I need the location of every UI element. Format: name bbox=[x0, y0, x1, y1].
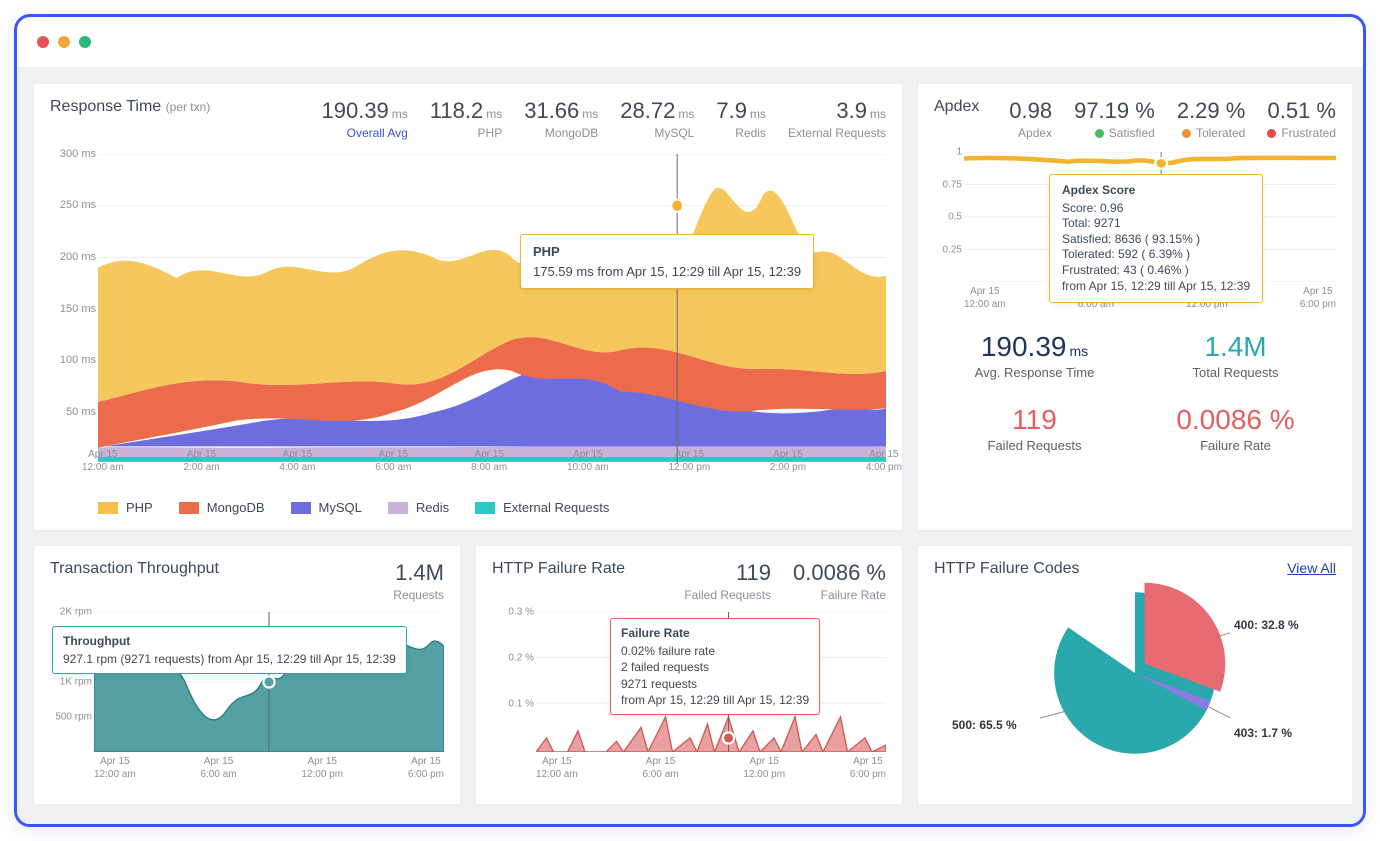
apdex-metrics: 0.98Apdex 97.19 %Satisfied 2.29 %Tolerat… bbox=[1009, 98, 1336, 140]
legend-external[interactable]: External Requests bbox=[475, 500, 609, 515]
failure-metric-count: 119Failed Requests bbox=[684, 560, 771, 602]
dashboard: Response Time (per txn) 190.39msOverall … bbox=[17, 67, 1363, 827]
legend-redis[interactable]: Redis bbox=[388, 500, 449, 515]
view-all-link[interactable]: View All bbox=[1287, 560, 1336, 576]
throughput-panel: Transaction Throughput 1.4MRequests 2K r… bbox=[33, 545, 461, 805]
metric-external: 3.9msExternal Requests bbox=[788, 98, 886, 140]
apdex-chart[interactable]: 1 0.75 0.5 0.25 Apdex Score Score: 0.96 … bbox=[934, 152, 1336, 282]
apdex-title: Apdex bbox=[934, 98, 979, 140]
apdex-panel: Apdex 0.98Apdex 97.19 %Satisfied 2.29 %T… bbox=[917, 83, 1353, 531]
response-time-legend: PHP MongoDB MySQL Redis External Request… bbox=[98, 500, 886, 515]
metric-mysql: 28.72msMySQL bbox=[620, 98, 694, 140]
legend-mongodb[interactable]: MongoDB bbox=[179, 500, 265, 515]
metric-php: 118.2msPHP bbox=[430, 98, 502, 140]
metric-overall: 190.39msOverall Avg bbox=[322, 98, 408, 140]
app-window: Response Time (per txn) 190.39msOverall … bbox=[14, 14, 1366, 827]
minimize-dot-icon[interactable] bbox=[58, 36, 70, 48]
failure-metric-rate: 0.0086 %Failure Rate bbox=[793, 560, 886, 602]
y-axis: 300 ms 250 ms 200 ms 150 ms 100 ms 50 ms bbox=[50, 154, 96, 464]
panel-title: Response Time (per txn) bbox=[50, 98, 210, 116]
maximize-dot-icon[interactable] bbox=[79, 36, 91, 48]
throughput-metric: 1.4MRequests bbox=[393, 560, 444, 602]
summary-failed: 119Failed Requests bbox=[934, 404, 1135, 453]
summary-avg-resp: 190.39msAvg. Response Time bbox=[934, 331, 1135, 380]
apdex-summary: 190.39msAvg. Response Time 1.4MTotal Req… bbox=[934, 331, 1336, 453]
response-time-title: Response Time bbox=[50, 98, 161, 115]
close-dot-icon[interactable] bbox=[37, 36, 49, 48]
pie-label-400: 400: 32.8 % bbox=[1234, 618, 1299, 632]
failure-panel: HTTP Failure Rate 119Failed Requests 0.0… bbox=[475, 545, 903, 805]
throughput-title: Transaction Throughput bbox=[50, 560, 219, 578]
response-time-chart[interactable]: 300 ms 250 ms 200 ms 150 ms 100 ms 50 ms bbox=[50, 154, 886, 464]
throughput-tooltip: Throughput 927.1 rpm (9271 requests) fro… bbox=[52, 626, 407, 674]
response-time-xaxis: Apr 1512:00 am Apr 152:00 am Apr 154:00 … bbox=[82, 449, 902, 474]
failure-codes-panel: HTTP Failure Codes View All bbox=[917, 545, 1353, 805]
failure-yaxis: 0.3 % 0.2 % 0.1 % bbox=[492, 612, 534, 752]
failure-xaxis: Apr 1512:00 am Apr 156:00 am Apr 1512:00… bbox=[536, 756, 886, 781]
throughput-xaxis: Apr 1512:00 am Apr 156:00 am Apr 1512:00… bbox=[94, 756, 444, 781]
apdex-tolerated: 2.29 %Tolerated bbox=[1177, 98, 1246, 140]
apdex-frustrated: 0.51 %Frustrated bbox=[1267, 98, 1336, 140]
bottom-left: Transaction Throughput 1.4MRequests 2K r… bbox=[33, 545, 903, 805]
pie-chart[interactable]: 400: 32.8 % 403: 1.7 % 500: 65.5 % bbox=[934, 578, 1336, 768]
response-time-panel: Response Time (per txn) 190.39msOverall … bbox=[33, 83, 903, 531]
apdex-yaxis: 1 0.75 0.5 0.25 bbox=[934, 152, 962, 282]
codes-title: HTTP Failure Codes bbox=[934, 560, 1080, 578]
summary-total-req: 1.4MTotal Requests bbox=[1135, 331, 1336, 380]
response-time-subtitle: (per txn) bbox=[166, 100, 211, 114]
failure-tooltip: Failure Rate 0.02% failure rate 2 failed… bbox=[610, 618, 820, 715]
failure-title: HTTP Failure Rate bbox=[492, 560, 625, 578]
plot-area bbox=[98, 154, 886, 464]
summary-fail-rate: 0.0086 %Failure Rate bbox=[1135, 404, 1336, 453]
legend-mysql[interactable]: MySQL bbox=[291, 500, 362, 515]
throughput-chart[interactable]: 2K rpm 1.5K rpm 1K rpm 500 rpm Throughpu… bbox=[50, 612, 444, 752]
legend-php[interactable]: PHP bbox=[98, 500, 153, 515]
metric-redis: 7.9msRedis bbox=[716, 98, 766, 140]
metric-mongodb: 31.66msMongoDB bbox=[524, 98, 598, 140]
pie-label-500: 500: 65.5 % bbox=[952, 718, 1017, 732]
chart-tooltip: PHP 175.59 ms from Apr 15, 12:29 till Ap… bbox=[520, 234, 814, 289]
response-time-metrics: 190.39msOverall Avg 118.2msPHP 31.66msMo… bbox=[322, 98, 887, 140]
failure-chart[interactable]: 0.3 % 0.2 % 0.1 % Failure Rate 0.02% fai… bbox=[492, 612, 886, 752]
window-titlebar bbox=[17, 17, 1363, 67]
apdex-satisfied: 97.19 %Satisfied bbox=[1074, 98, 1155, 140]
apdex-value: 0.98Apdex bbox=[1009, 98, 1052, 140]
pie-label-403: 403: 1.7 % bbox=[1234, 726, 1292, 740]
apdex-tooltip: Apdex Score Score: 0.96 Total: 9271 Sati… bbox=[1049, 174, 1263, 303]
